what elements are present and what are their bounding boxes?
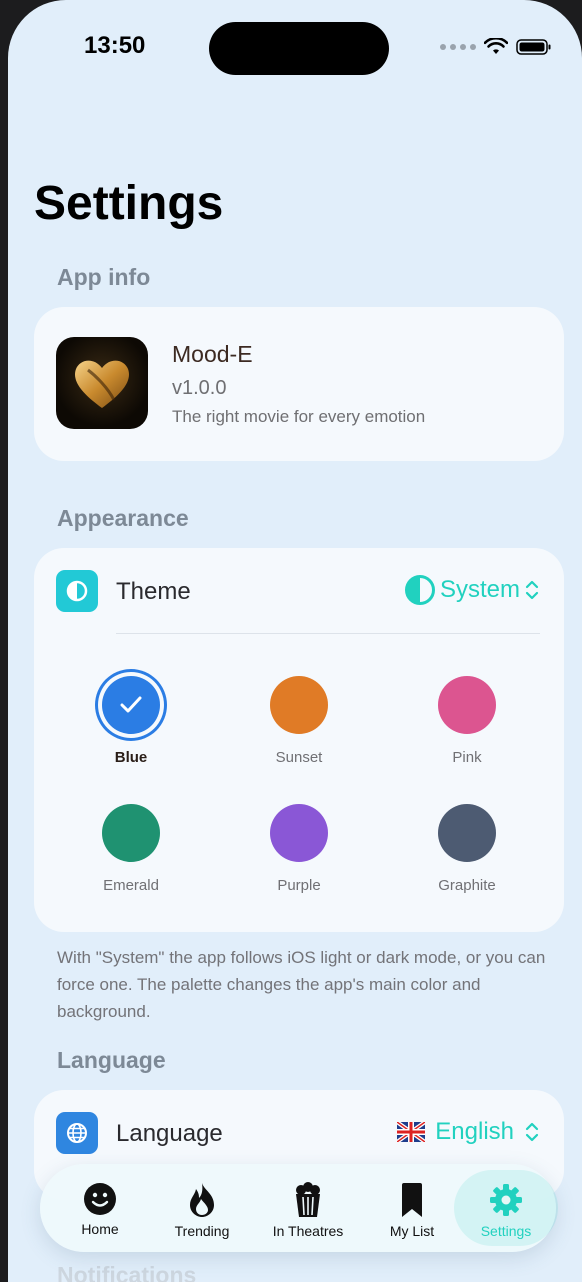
palette-name: Blue	[114, 749, 148, 766]
flame-icon	[190, 1183, 214, 1217]
language-picker-value: English	[435, 1118, 514, 1145]
chevron-up-down-icon	[525, 1122, 539, 1142]
app-info-card: Mood-E v1.0.0 The right movie for every …	[34, 307, 564, 461]
cellular-signal-icon	[440, 44, 476, 50]
palette-option-graphite[interactable]: Graphite	[392, 804, 542, 894]
checkmark-icon	[120, 696, 142, 713]
palette-swatch	[270, 804, 328, 862]
status-time: 13:50	[84, 32, 146, 59]
tab-in-theatres[interactable]: In Theatres	[256, 1170, 360, 1246]
section-label-app-info: App info	[57, 264, 151, 290]
section-label-language: Language	[57, 1047, 166, 1073]
gear-icon	[490, 1184, 522, 1216]
language-label: Language	[116, 1120, 223, 1147]
divider	[116, 633, 540, 634]
palette-swatch	[438, 804, 496, 862]
tab-label: My List	[389, 1223, 435, 1239]
tab-home[interactable]: Home	[48, 1170, 152, 1246]
tab-label: Home	[81, 1221, 119, 1237]
appearance-note: With "System" the app follows iOS light …	[57, 948, 546, 1021]
battery-icon	[516, 39, 551, 55]
palette-swatch	[102, 676, 160, 734]
palette-option-blue[interactable]: Blue	[56, 676, 206, 766]
app-version: v1.0.0	[172, 377, 227, 399]
popcorn-icon	[296, 1182, 320, 1217]
tab-label: In Theatres	[272, 1223, 344, 1239]
tab-my-list[interactable]: My List	[360, 1170, 464, 1246]
palette-name: Purple	[277, 877, 321, 894]
palette-name: Graphite	[438, 877, 496, 894]
palette-option-emerald[interactable]: Emerald	[56, 804, 206, 894]
language-picker[interactable]: English	[397, 1118, 540, 1146]
section-label-appearance: Appearance	[57, 505, 189, 531]
bookmark-icon	[402, 1183, 422, 1217]
app-name: Mood-E	[172, 341, 253, 367]
palette-swatch	[270, 676, 328, 734]
language-row-icon	[56, 1112, 98, 1154]
phone-screen: 13:50 Settings App info Mood-E v1.0.0 Th…	[8, 0, 582, 1282]
smiley-icon	[84, 1183, 116, 1215]
app-logo	[56, 337, 148, 429]
palette-name: Emerald	[103, 877, 159, 894]
theme-label: Theme	[116, 578, 191, 605]
appearance-card: Theme System Blue Sunset Pink Emerald Pu…	[34, 548, 564, 932]
tab-settings[interactable]: Settings	[454, 1170, 558, 1246]
uk-flag-icon	[397, 1122, 426, 1142]
theme-picker[interactable]: System	[404, 574, 540, 606]
tab-label: Trending	[174, 1223, 230, 1239]
chevron-up-down-icon	[525, 580, 539, 600]
page-title: Settings	[34, 177, 224, 230]
palette-option-purple[interactable]: Purple	[224, 804, 374, 894]
tab-bar: Home Trending In Theatres My List Settin…	[40, 1164, 558, 1252]
theme-picker-value: System	[439, 576, 520, 603]
tab-label: Settings	[480, 1223, 532, 1239]
half-circle-icon	[66, 580, 88, 602]
globe-icon	[67, 1123, 87, 1143]
palette-option-pink[interactable]: Pink	[392, 676, 542, 766]
wifi-icon	[484, 38, 508, 54]
palette-option-sunset[interactable]: Sunset	[224, 676, 374, 766]
palette-name: Sunset	[275, 749, 323, 766]
app-tagline: The right movie for every emotion	[172, 407, 426, 426]
half-circle-icon	[404, 575, 435, 605]
palette-swatch	[438, 676, 496, 734]
tab-trending[interactable]: Trending	[150, 1170, 254, 1246]
section-label-notifications: Notifications	[57, 1262, 197, 1282]
palette-swatch	[102, 804, 160, 862]
heart-icon	[75, 360, 129, 408]
status-indicators	[440, 38, 552, 56]
dynamic-island	[209, 22, 389, 75]
palette-name: Pink	[452, 749, 482, 766]
theme-row-icon	[56, 570, 98, 612]
